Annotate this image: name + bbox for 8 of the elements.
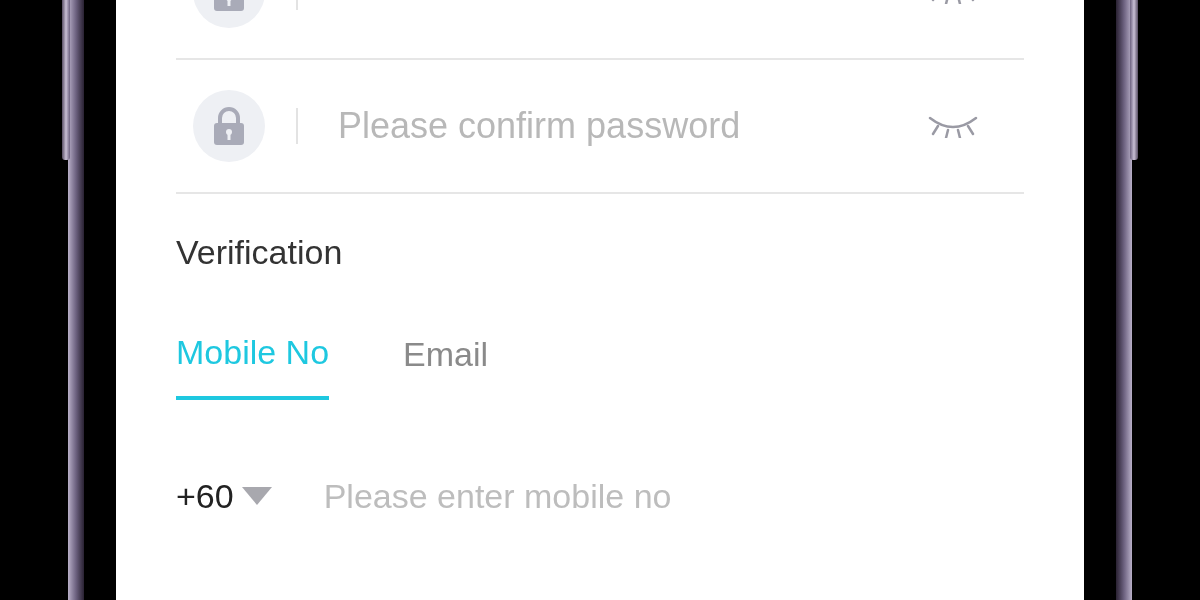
closed-eye-icon[interactable] <box>928 114 978 138</box>
tab[interactable]: Mobile No <box>176 332 330 400</box>
mobile-input-field[interactable]: Please enter mobile no <box>323 476 924 516</box>
dropdown-caret-icon[interactable] <box>241 487 272 505</box>
section-title: Verification <box>176 232 344 272</box>
password-field[interactable]: Please confirm password <box>338 105 928 147</box>
country-code[interactable]: +60 <box>176 476 234 516</box>
tab[interactable]: Email <box>403 334 489 402</box>
